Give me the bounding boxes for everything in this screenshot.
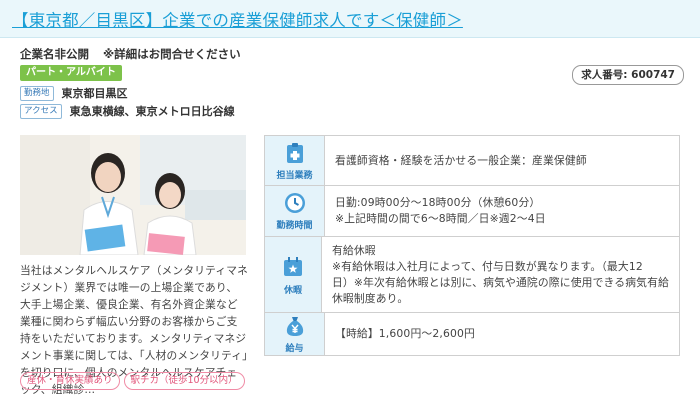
location-label: 勤務地 bbox=[20, 85, 54, 101]
location-value: 東京都目黒区 bbox=[61, 87, 128, 100]
access-row: アクセス 東急東横線、東京メトロ日比谷線 bbox=[20, 103, 235, 119]
company-note: ※詳細はお問合せください bbox=[103, 47, 241, 61]
job-photo[interactable] bbox=[20, 135, 246, 255]
title-bar: 【東京都／目黒区】企業での産業保健師求人です＜保健師＞ bbox=[0, 0, 700, 38]
feature-tags: 産休・育休実績あり 駅チカ（徒歩10分以内） bbox=[20, 372, 245, 390]
clock-icon bbox=[282, 191, 308, 215]
details-row-salary: 給与 【時給】1,600円～2,600円 bbox=[265, 313, 679, 355]
job-number-badge: 求人番号: 600747 bbox=[572, 65, 684, 85]
nurses-photo-image bbox=[20, 135, 246, 255]
details-line: 休暇制度あり。 bbox=[331, 291, 409, 305]
calendar-icon bbox=[280, 254, 306, 280]
details-value: 看護師資格・経験を活かせる一般企業：産業保健師 bbox=[325, 136, 679, 185]
details-table: 担当業務 看護師資格・経験を活かせる一般企業：産業保健師 勤務時間 日勤:09時… bbox=[264, 135, 680, 356]
details-label: 休暇 bbox=[283, 285, 302, 296]
details-value: 有給休暇 ※有給休暇は入社月によって、付与日数が異なります。（最大12 日）※年… bbox=[322, 237, 679, 312]
details-label: 勤務時間 bbox=[276, 221, 313, 231]
money-bag-icon bbox=[282, 314, 308, 338]
tag-maternity-leave: 産休・育休実績あり bbox=[20, 372, 120, 390]
details-header-hours: 勤務時間 bbox=[265, 186, 325, 236]
details-value: 日勤:09時00分～18時00分（休憩60分） ※上記時間の間で6～8時間／日※… bbox=[325, 186, 679, 236]
tag-near-station: 駅チカ（徒歩10分以内） bbox=[123, 372, 245, 390]
details-row-hours: 勤務時間 日勤:09時00分～18時00分（休憩60分） ※上記時間の間で6～8… bbox=[265, 186, 679, 237]
access-value: 東急東横線、東京メトロ日比谷線 bbox=[69, 105, 235, 118]
details-line: ※上記時間の間で6～8時間／日※週2～4日 bbox=[335, 212, 546, 225]
details-header-duties: 担当業務 bbox=[265, 136, 325, 185]
details-label: 給与 bbox=[285, 344, 304, 354]
clipboard-icon bbox=[282, 141, 308, 165]
job-title-link[interactable]: 【東京都／目黒区】企業での産業保健師求人です＜保健師＞ bbox=[12, 7, 463, 31]
details-row-holidays: 休暇 有給休暇 ※有給休暇は入社月によって、付与日数が異なります。（最大12 日… bbox=[265, 237, 679, 313]
details-value: 【時給】1,600円～2,600円 bbox=[325, 313, 679, 355]
details-header-holidays: 休暇 bbox=[265, 237, 322, 312]
details-line: 【時給】1,600円～2,600円 bbox=[335, 327, 475, 340]
access-label: アクセス bbox=[20, 103, 62, 119]
employment-type-badge: パート・アルバイト bbox=[20, 65, 122, 81]
company-info: 企業名非公開 ※詳細はお問合せください bbox=[20, 46, 241, 62]
details-line: 有給休暇 bbox=[331, 243, 376, 257]
company-name: 企業名非公開 bbox=[20, 47, 89, 61]
details-header-salary: 給与 bbox=[265, 313, 325, 355]
details-line: 日勤:09時00分～18時00分（休憩60分） bbox=[335, 196, 541, 209]
details-line: 看護師資格・経験を活かせる一般企業：産業保健師 bbox=[335, 153, 587, 167]
details-line: 日）※年次有給休暇とは別に、病気や通院の際に使用できる病気有給 bbox=[331, 275, 669, 289]
details-label: 担当業務 bbox=[276, 170, 313, 181]
location-row: 勤務地 東京都目黒区 bbox=[20, 85, 128, 101]
details-line: ※有給休暇は入社月によって、付与日数が異なります。（最大12 bbox=[331, 259, 643, 273]
job-card: 【東京都／目黒区】企業での産業保健師求人です＜保健師＞ 企業名非公開 ※詳細はお問… bbox=[0, 0, 700, 403]
details-row-duties: 担当業務 看護師資格・経験を活かせる一般企業：産業保健師 bbox=[265, 136, 679, 186]
